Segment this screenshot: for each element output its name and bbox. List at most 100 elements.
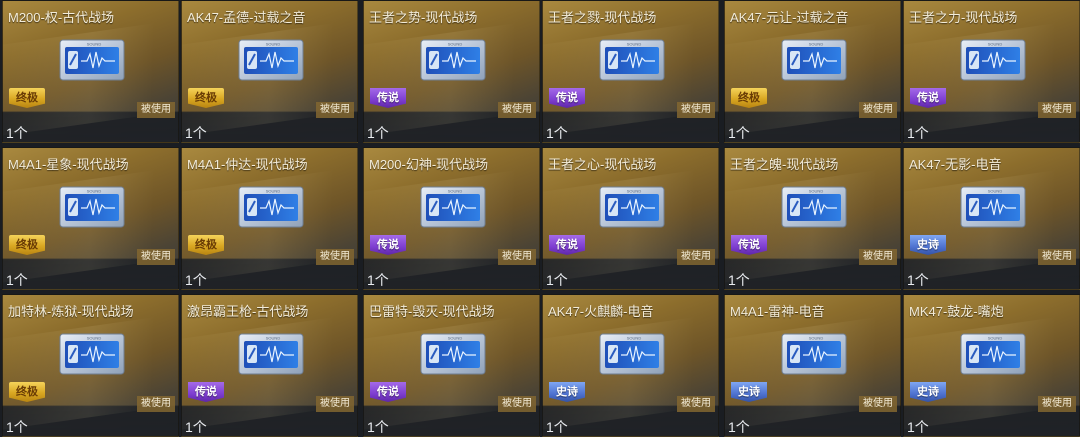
rarity-badge: 终极	[188, 88, 224, 108]
svg-text:SOUND: SOUND	[988, 336, 1003, 341]
svg-text:SOUND: SOUND	[448, 42, 463, 47]
sound-card-icon: SOUND	[57, 38, 127, 82]
item-card[interactable]: 加特林-炼狱-现代战场 SOUND 终极 被使用 1个	[2, 294, 179, 437]
item-count: 1个	[728, 125, 750, 141]
item-card[interactable]: 王者之势-现代战场 SOUND 传说被使用 1个	[363, 0, 540, 143]
item-title: AK47-孟德-过载之音	[187, 10, 306, 25]
svg-text:SOUND: SOUND	[266, 42, 281, 47]
item-title: M200-幻神-现代战场	[369, 157, 489, 172]
item-card[interactable]: M4A1-雷神-电音 SOUND 史诗被使用 1个	[724, 294, 901, 437]
used-label: 被使用	[316, 396, 354, 412]
item-count: 1个	[6, 419, 28, 435]
item-card[interactable]: M200-幻神-现代战场 SOUND 传说 被使用 1个	[363, 147, 540, 290]
used-label: 被使用	[498, 249, 536, 265]
svg-text:SOUND: SOUND	[627, 336, 642, 341]
item-title: M4A1-雷神-电音	[730, 304, 825, 319]
item-count: 1个	[728, 272, 750, 288]
used-label: 被使用	[498, 396, 536, 412]
sound-card-icon: SOUND	[779, 38, 849, 82]
item-card[interactable]: AK47-火麒麟-电音 SOUND 史诗 被使用 1个	[542, 294, 719, 437]
sound-card-icon: SOUND	[57, 332, 127, 376]
item-count: 1个	[728, 419, 750, 435]
sound-card-icon: SOUND	[418, 185, 488, 229]
svg-text:SOUND: SOUND	[266, 336, 281, 341]
sound-card-icon: SOUND	[236, 38, 306, 82]
item-count: 1个	[185, 125, 207, 141]
item-card[interactable]: MK47-鼓龙-嘴炮 SOUND 史诗被使用 1个	[903, 294, 1080, 437]
item-count: 1个	[546, 125, 568, 141]
used-label: 被使用	[859, 249, 897, 265]
item-card[interactable]: M4A1-仲达-现代战场 SOUND 终极被使用 1个	[181, 147, 358, 290]
rarity-badge: 史诗	[910, 235, 946, 255]
svg-text:SOUND: SOUND	[627, 189, 642, 194]
rarity-badge: 终极	[188, 235, 224, 255]
sound-card-icon: SOUND	[418, 332, 488, 376]
item-card[interactable]: 王者之心-现代战场 SOUND 传说 被使用 1个	[542, 147, 719, 290]
rarity-badge: 史诗	[549, 382, 585, 402]
item-title: 激昂霸王枪-古代战场	[187, 304, 309, 319]
item-grid: M200-权-古代战场 SOUND 终极 被使用 1个 AK47-孟德-过载之音 SOUND…	[0, 0, 1080, 437]
item-title: M4A1-仲达-现代战场	[187, 157, 308, 172]
item-card[interactable]: 巴雷特-毁灭-现代战场 SOUND 传说被使用 1个	[363, 294, 540, 437]
item-count: 1个	[367, 125, 389, 141]
rarity-badge: 传说	[549, 88, 585, 108]
sound-card-icon: SOUND	[958, 38, 1028, 82]
rarity-badge: 传说	[370, 88, 406, 108]
rarity-badge: 传说	[910, 88, 946, 108]
rarity-badge: 终极	[9, 88, 45, 108]
item-card[interactable]: AK47-元让-过载之音 SOUND 终极 被使用 1个	[724, 0, 901, 143]
rarity-badge: 传说	[370, 382, 406, 402]
rarity-badge: 终极	[9, 235, 45, 255]
item-title: 王者之力-现代战场	[909, 10, 1018, 25]
sound-card-icon: SOUND	[779, 332, 849, 376]
sound-card-icon: SOUND	[418, 38, 488, 82]
item-card[interactable]: M4A1-星象-现代战场 SOUND 终极 被使用 1个	[2, 147, 179, 290]
item-title: MK47-鼓龙-嘴炮	[909, 304, 1004, 319]
used-label: 被使用	[859, 396, 897, 412]
item-card[interactable]: 王者之戮-现代战场 SOUND 传说 被使用 1个	[542, 0, 719, 143]
sound-card-icon: SOUND	[597, 332, 667, 376]
sound-card-icon: SOUND	[597, 185, 667, 229]
used-label: 被使用	[1038, 102, 1076, 118]
used-label: 被使用	[316, 249, 354, 265]
sound-card-icon: SOUND	[958, 332, 1028, 376]
used-label: 被使用	[859, 102, 897, 118]
used-label: 被使用	[677, 102, 715, 118]
used-label: 被使用	[498, 102, 536, 118]
item-card[interactable]: AK47-无影-电音 SOUND 史诗 被使用 1个	[903, 147, 1080, 290]
item-count: 1个	[185, 272, 207, 288]
item-count: 1个	[907, 419, 929, 435]
rarity-badge: 传说	[549, 235, 585, 255]
used-label: 被使用	[1038, 396, 1076, 412]
item-count: 1个	[367, 419, 389, 435]
rarity-badge: 史诗	[731, 382, 767, 402]
used-label: 被使用	[137, 396, 175, 412]
item-title: 加特林-炼狱-现代战场	[8, 304, 134, 319]
item-count: 1个	[546, 419, 568, 435]
item-card[interactable]: M200-权-古代战场 SOUND 终极 被使用 1个	[2, 0, 179, 143]
svg-text:SOUND: SOUND	[988, 42, 1003, 47]
svg-text:SOUND: SOUND	[87, 42, 102, 47]
item-title: 巴雷特-毁灭-现代战场	[369, 304, 495, 319]
svg-text:SOUND: SOUND	[809, 336, 824, 341]
sound-card-icon: SOUND	[958, 185, 1028, 229]
svg-text:SOUND: SOUND	[809, 189, 824, 194]
item-card[interactable]: AK47-孟德-过载之音 SOUND 终极被使用 1个	[181, 0, 358, 143]
sound-card-icon: SOUND	[57, 185, 127, 229]
sound-card-icon: SOUND	[236, 185, 306, 229]
sound-card-icon: SOUND	[597, 38, 667, 82]
rarity-badge: 史诗	[910, 382, 946, 402]
rarity-badge: 传说	[370, 235, 406, 255]
used-label: 被使用	[677, 249, 715, 265]
item-card[interactable]: 王者之魄-现代战场 SOUND 传说 被使用 1个	[724, 147, 901, 290]
item-card[interactable]: 激昂霸王枪-古代战场 SOUND 传说 被使用 1个	[181, 294, 358, 437]
rarity-badge: 终极	[731, 88, 767, 108]
item-title: AK47-火麒麟-电音	[548, 304, 654, 319]
used-label: 被使用	[316, 102, 354, 118]
item-title: 王者之势-现代战场	[369, 10, 478, 25]
svg-text:SOUND: SOUND	[87, 336, 102, 341]
item-count: 1个	[6, 272, 28, 288]
svg-text:SOUND: SOUND	[448, 336, 463, 341]
item-title: AK47-无影-电音	[909, 157, 1002, 172]
item-card[interactable]: 王者之力-现代战场 SOUND 传说 被使用 1个	[903, 0, 1080, 143]
